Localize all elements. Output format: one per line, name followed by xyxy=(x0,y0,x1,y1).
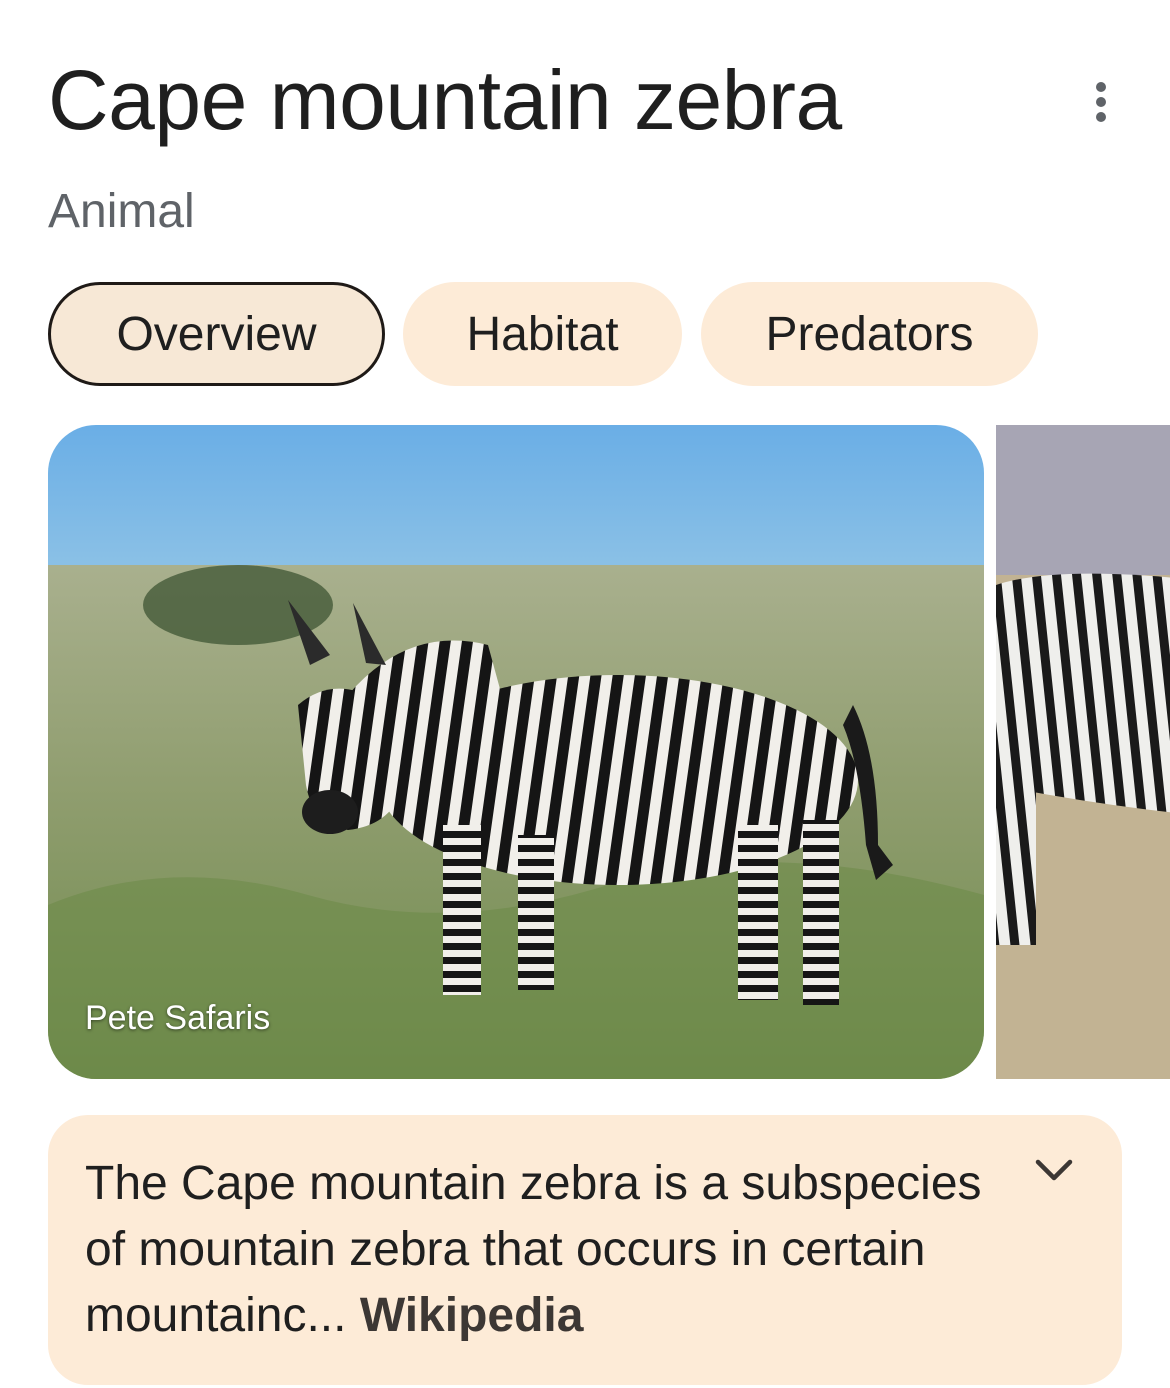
more-options-button[interactable] xyxy=(1076,72,1126,132)
tab-habitat[interactable]: Habitat xyxy=(403,282,682,386)
description-text: The Cape mountain zebra is a subspecies … xyxy=(85,1151,1025,1349)
zebra-photo-main[interactable]: Pete Safaris xyxy=(48,425,984,1079)
zebra-image-secondary xyxy=(996,425,1170,1079)
entity-type-label: Animal xyxy=(48,185,195,238)
zebra-image xyxy=(48,425,984,1079)
more-vertical-icon xyxy=(1096,82,1106,122)
tab-overview[interactable]: Overview xyxy=(48,282,385,386)
image-credit: Pete Safaris xyxy=(85,999,271,1037)
image-carousel: Pete Safaris xyxy=(48,425,1170,1079)
source-link[interactable]: Wikipedia xyxy=(360,1289,584,1342)
zebra-photo-secondary[interactable] xyxy=(996,425,1170,1079)
tab-predators[interactable]: Predators xyxy=(701,282,1038,386)
chevron-down-icon xyxy=(1035,1159,1073,1181)
page-title: Cape mountain zebra xyxy=(48,53,842,147)
expand-button[interactable] xyxy=(1034,1151,1074,1191)
description-panel: The Cape mountain zebra is a subspecies … xyxy=(48,1115,1122,1385)
